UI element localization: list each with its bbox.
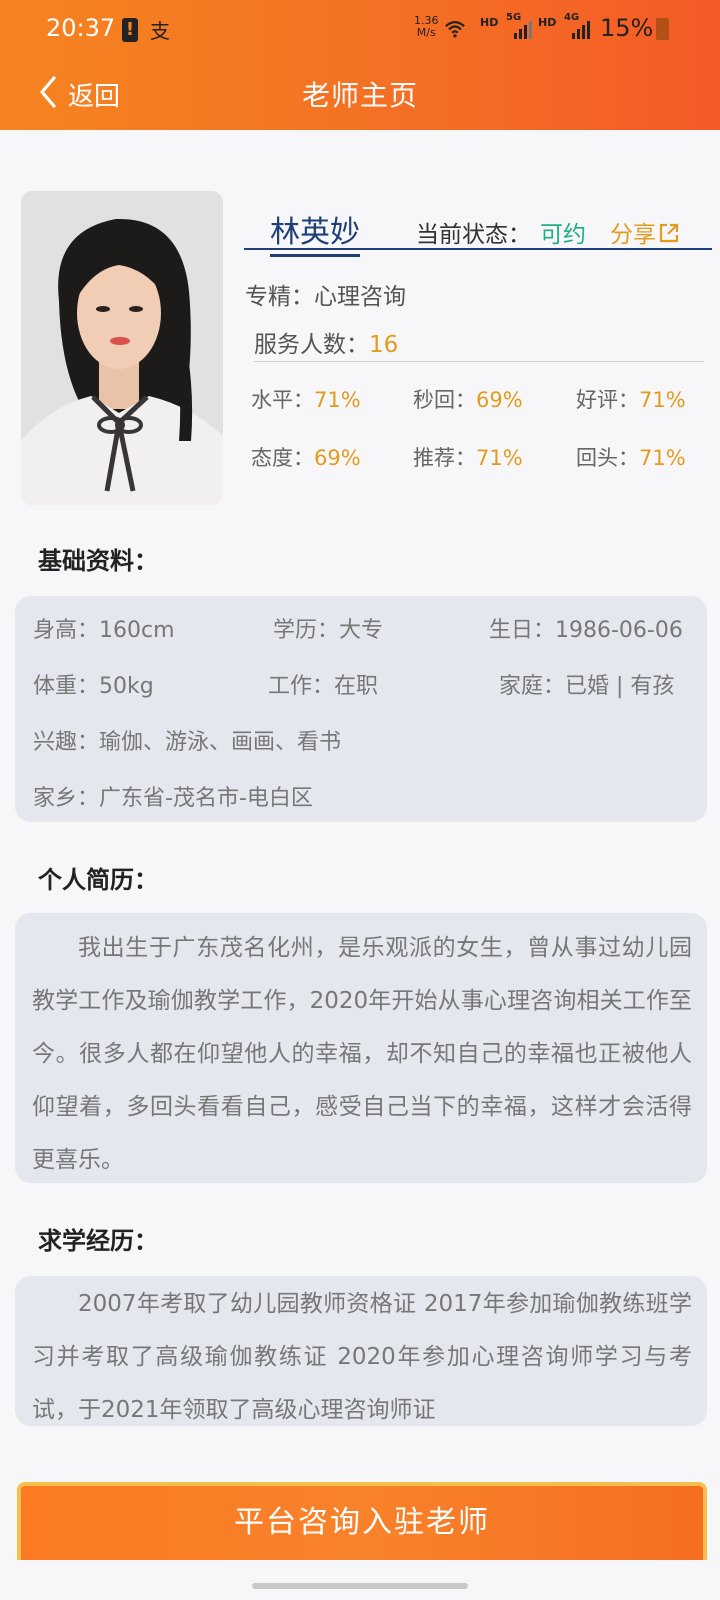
stat-recommend: 推荐：71%	[413, 442, 523, 472]
stat-value: 69%	[476, 388, 523, 412]
hd-badge: HD	[480, 16, 499, 29]
share-button[interactable]: 分享	[610, 215, 680, 249]
app-header: 20:37 ! 支 1.36 M/s HD 5G HD 4G 15% 返回 老师…	[0, 0, 720, 130]
network-speed: 1.36 M/s	[414, 15, 439, 39]
stats-divider	[254, 361, 704, 362]
alert-icon: !	[122, 18, 138, 42]
stat-value: 71%	[476, 446, 523, 470]
info-weight: 体重：50kg	[33, 674, 154, 699]
teacher-photo	[21, 191, 223, 505]
section-title-resume: 个人简历：	[38, 866, 158, 894]
served-label: 服务人数：	[254, 332, 369, 358]
info-work: 工作：在职	[268, 674, 379, 699]
info-family: 家庭：已婚 | 有孩	[499, 674, 675, 699]
stat-label: 秒回：	[413, 388, 476, 412]
stat-label: 好评：	[576, 388, 639, 412]
stat-label: 水平：	[251, 388, 314, 412]
info-education: 学历：大专	[273, 618, 384, 643]
stat-value: 71%	[314, 388, 361, 412]
stat-label: 态度：	[251, 446, 314, 470]
network-speed-unit: M/s	[416, 26, 436, 39]
stat-attitude: 态度：69%	[251, 442, 361, 472]
stat-reply: 秒回：69%	[413, 384, 523, 414]
stat-label: 回头：	[576, 446, 639, 470]
stat-label: 推荐：	[413, 446, 476, 470]
info-hobbies: 兴趣：瑜伽、游泳、画画、看书	[33, 730, 342, 755]
consult-button[interactable]: 平台咨询入驻老师	[17, 1482, 707, 1560]
stat-value: 71%	[639, 446, 686, 470]
signal-icon-2	[572, 21, 590, 39]
served-count: 服务人数：16	[254, 325, 398, 359]
stat-rating: 好评：71%	[576, 384, 686, 414]
portrait-image	[21, 191, 223, 505]
signal-icon	[514, 21, 532, 39]
alipay-icon: 支	[150, 19, 170, 43]
state-value: 可约	[540, 222, 586, 248]
stat-level: 水平：71%	[251, 384, 361, 414]
stat-value: 69%	[314, 446, 361, 470]
stat-value: 71%	[639, 388, 686, 412]
stat-return: 回头：71%	[576, 442, 686, 472]
hd-badge-2: HD	[538, 16, 557, 29]
page-title: 老师主页	[301, 79, 418, 112]
served-value: 16	[369, 332, 399, 358]
wifi-icon	[445, 21, 465, 38]
info-birthday: 生日：1986-06-06	[489, 618, 683, 643]
section-title-basic: 基础资料：	[38, 547, 158, 575]
info-height: 身高：160cm	[33, 618, 175, 643]
basic-info-card: 身高：160cm 学历：大专 生日：1986-06-06 体重：50kg 工作：…	[15, 596, 707, 822]
info-hometown: 家乡：广东省-茂名市-电白区	[33, 786, 313, 811]
share-label: 分享	[610, 222, 656, 248]
status-time: 20:37	[46, 14, 116, 42]
resume-text: 我出生于广东茂名化州，是乐观派的女生，曾从事过幼儿园教学工作及瑜伽教学工作，20…	[32, 935, 692, 1173]
nav-bar: 返回 老师主页	[0, 60, 720, 130]
name-divider	[244, 248, 712, 250]
specialty: 专精：心理咨询	[245, 277, 406, 311]
battery-icon	[656, 18, 669, 40]
battery-percent: 15%	[600, 14, 654, 42]
section-title-study: 求学经历：	[38, 1227, 158, 1255]
specialty-value: 心理咨询	[314, 284, 406, 310]
study-text: 2007年考取了幼儿园教师资格证 2017年参加瑜伽教练班学习并考取了高级瑜伽教…	[32, 1291, 692, 1423]
home-indicator[interactable]	[252, 1583, 468, 1589]
state-label: 当前状态：	[416, 222, 531, 248]
external-link-icon	[659, 223, 679, 243]
status-bar: 20:37 ! 支 1.36 M/s HD 5G HD 4G 15%	[0, 0, 720, 60]
specialty-label: 专精：	[245, 284, 314, 310]
